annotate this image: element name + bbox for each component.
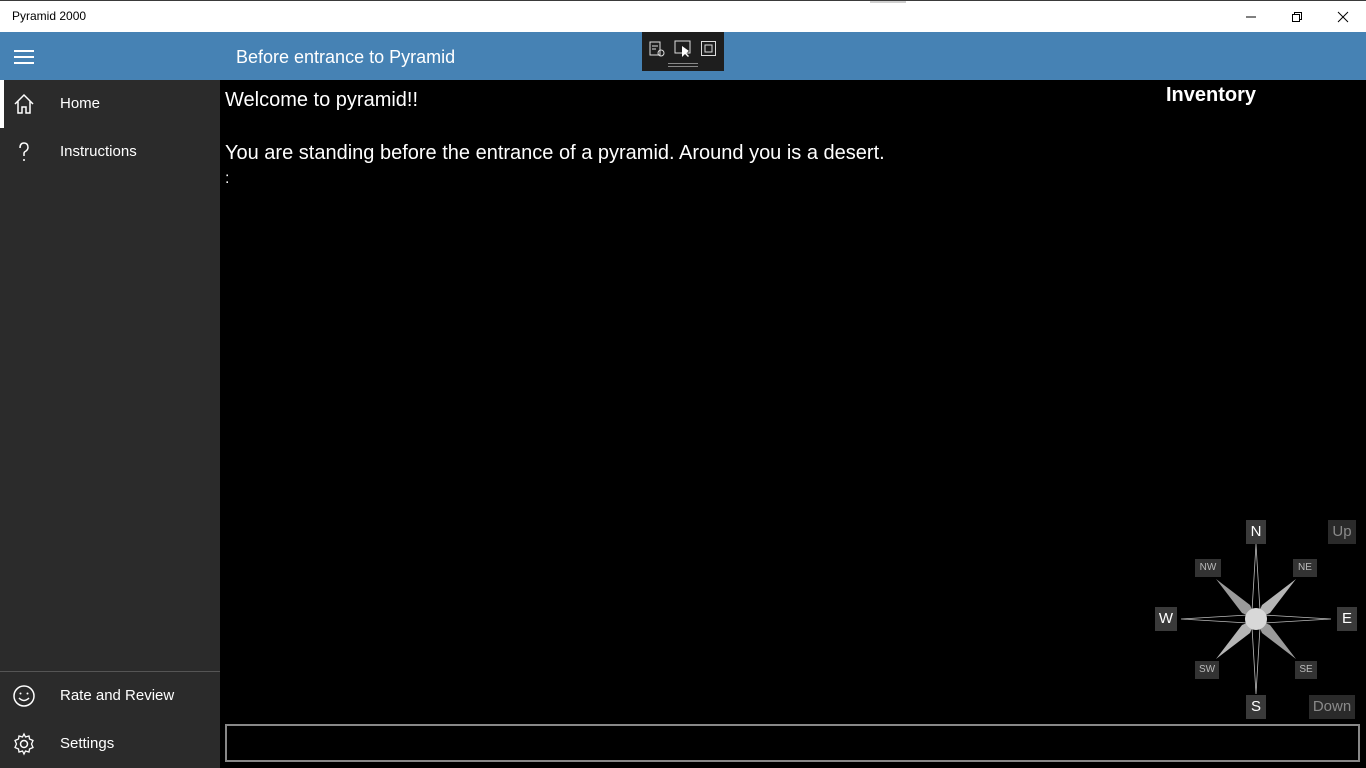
nav-item-label: Instructions bbox=[60, 143, 137, 160]
minimize-button[interactable] bbox=[1228, 1, 1274, 32]
compass: N S W E NW NE SW SE Up Down bbox=[1150, 518, 1366, 720]
hamburger-icon-line bbox=[14, 62, 34, 64]
compass-west-button[interactable]: W bbox=[1155, 607, 1177, 631]
debug-toolbar bbox=[642, 32, 724, 71]
nav-item-home[interactable]: Home bbox=[0, 80, 220, 128]
inventory-heading: Inventory bbox=[1166, 84, 1257, 106]
nav-item-label: Home bbox=[60, 95, 101, 112]
menu-button[interactable] bbox=[0, 32, 48, 80]
window-titlebar: Pyramid 2000 bbox=[0, 0, 1366, 32]
titlebar-drag-indicator bbox=[870, 1, 906, 3]
compass-north-button[interactable]: N bbox=[1246, 520, 1266, 544]
close-button[interactable] bbox=[1320, 1, 1366, 32]
window-title: Pyramid 2000 bbox=[12, 9, 87, 23]
command-prompt: : bbox=[225, 170, 230, 187]
output-line: Welcome to pyramid!! bbox=[225, 89, 419, 111]
toolbar-grip[interactable] bbox=[668, 63, 698, 67]
live-tree-icon[interactable] bbox=[648, 40, 666, 58]
compass-east-button[interactable]: E bbox=[1337, 607, 1357, 631]
compass-southwest-button[interactable]: SW bbox=[1195, 661, 1219, 679]
nav-pane: Home Instructions Rate and Review Settin… bbox=[0, 80, 220, 768]
hamburger-icon bbox=[14, 50, 34, 52]
compass-down-button[interactable]: Down bbox=[1309, 695, 1355, 719]
command-input[interactable] bbox=[225, 724, 1360, 762]
question-icon bbox=[19, 142, 29, 161]
nav-item-settings[interactable]: Settings bbox=[0, 720, 220, 768]
compass-rose-icon bbox=[1180, 543, 1332, 695]
nav-item-rate-review[interactable]: Rate and Review bbox=[0, 672, 220, 720]
nav-item-label: Rate and Review bbox=[60, 687, 175, 704]
close-icon bbox=[1337, 11, 1349, 22]
select-element-icon[interactable] bbox=[674, 40, 692, 58]
compass-south-button[interactable]: S bbox=[1246, 695, 1266, 719]
compass-southeast-button[interactable]: SE bbox=[1295, 661, 1317, 679]
compass-up-button[interactable]: Up bbox=[1328, 520, 1356, 544]
compass-northwest-button[interactable]: NW bbox=[1195, 559, 1221, 577]
minimize-icon bbox=[1246, 16, 1256, 17]
selection-indicator bbox=[0, 80, 4, 128]
compass-northeast-button[interactable]: NE bbox=[1293, 559, 1317, 577]
gear-icon bbox=[14, 732, 34, 756]
home-icon bbox=[14, 93, 34, 114]
nav-item-instructions[interactable]: Instructions bbox=[0, 128, 220, 176]
hamburger-icon-line bbox=[14, 56, 34, 58]
layout-adorners-icon[interactable] bbox=[700, 40, 718, 58]
location-title: Before entrance to Pyramid bbox=[236, 47, 456, 67]
nav-item-label: Settings bbox=[60, 735, 115, 752]
smiley-icon bbox=[13, 685, 35, 707]
restore-icon bbox=[1292, 11, 1302, 22]
restore-button[interactable] bbox=[1274, 1, 1320, 32]
output-line: You are standing before the entrance of … bbox=[225, 142, 885, 164]
